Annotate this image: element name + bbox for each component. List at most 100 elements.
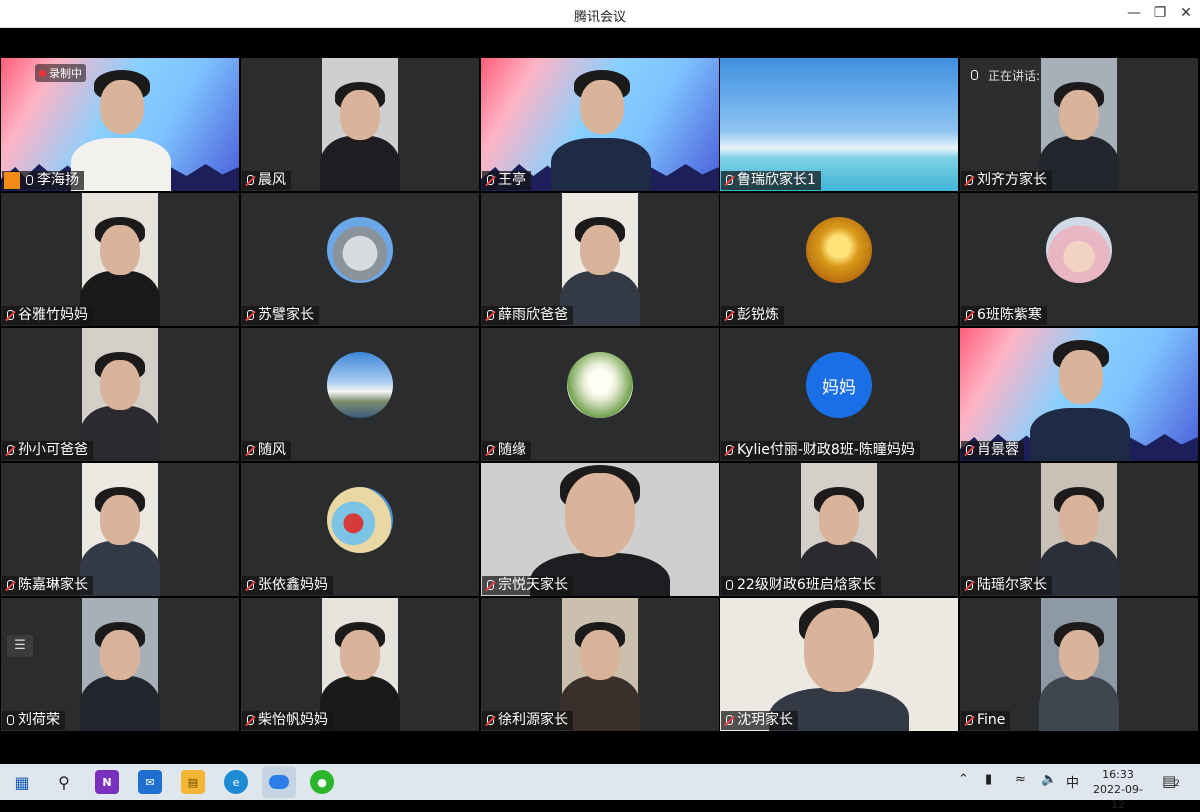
- participant-tile[interactable]: 苏譬家长: [241, 193, 479, 326]
- participant-name: 彭锐炼: [737, 307, 779, 323]
- mic-muted-icon: [244, 309, 256, 323]
- participant-body: [551, 138, 651, 191]
- recording-dot-icon: [39, 69, 46, 77]
- avatar: [567, 352, 633, 418]
- participant-tile[interactable]: 陈嘉琳家长: [1, 463, 239, 596]
- participant-tile[interactable]: 李海扬 录制中: [1, 58, 239, 191]
- participant-tile[interactable]: 宗悦天家长: [481, 463, 719, 596]
- recording-label: 录制中: [49, 67, 82, 80]
- close-button[interactable]: ✕: [1174, 2, 1198, 24]
- participant-name: 肖景蓉: [977, 442, 1019, 458]
- participant-name-label: 晨风: [242, 171, 291, 190]
- notification-icon[interactable]: ▤2: [1162, 772, 1180, 790]
- mic-muted-icon: [484, 444, 496, 458]
- participant-tile[interactable]: 张依鑫妈妈: [241, 463, 479, 596]
- participant-name-label: 鲁瑞欣家长1: [721, 171, 821, 190]
- mic-muted-icon: [963, 174, 975, 188]
- participant-name: 柴怡帆妈妈: [258, 712, 328, 728]
- mic-muted-icon: [244, 174, 256, 188]
- participant-name-label: 随缘: [482, 441, 531, 460]
- speaking-label: 正在讲话:: [988, 69, 1041, 83]
- participant-tile[interactable]: 柴怡帆妈妈: [241, 598, 479, 731]
- participant-tile[interactable]: 鲁瑞欣家长1: [720, 58, 958, 191]
- mail-icon[interactable]: ✉: [138, 770, 162, 794]
- participant-tile[interactable]: 随风: [241, 328, 479, 461]
- windows-start-icon[interactable]: ▦: [10, 770, 34, 794]
- participant-tile[interactable]: 晨风: [241, 58, 479, 191]
- participant-name-label: 刘齐方家长: [961, 171, 1052, 190]
- wifi-icon[interactable]: ≈: [1015, 772, 1026, 787]
- participant-name: 随风: [258, 442, 286, 458]
- mic-muted-icon: [723, 309, 735, 323]
- participant-tile[interactable]: 刘荷荣 ☰: [1, 598, 239, 731]
- video-feed: [320, 58, 400, 191]
- participant-name-label: Kylie付丽-财政8班-陈曈妈妈: [721, 441, 920, 460]
- video-feed: [1039, 463, 1119, 596]
- participant-name-label: 陆瑶尔家长: [961, 576, 1052, 595]
- participant-name: 刘齐方家长: [977, 172, 1047, 188]
- participant-tile[interactable]: 沈玥家长: [720, 598, 958, 731]
- participant-face: [580, 630, 620, 680]
- participant-tile[interactable]: 22级财政6班启焓家长: [720, 463, 958, 596]
- participant-name: 6班陈紫寒: [977, 307, 1042, 323]
- mic-muted-icon: [244, 714, 256, 728]
- participant-list-button[interactable]: ☰: [7, 635, 33, 657]
- participant-tile[interactable]: 王亭: [481, 58, 719, 191]
- participant-tile[interactable]: 陆瑶尔家长: [960, 463, 1198, 596]
- participant-name-label: 随风: [242, 441, 291, 460]
- participant-name: 苏譬家长: [258, 307, 314, 323]
- tencent-meeting-icon[interactable]: [262, 766, 296, 798]
- video-feed: [80, 328, 160, 461]
- video-feed: [1039, 58, 1119, 191]
- participant-name: 徐利源家长: [498, 712, 568, 728]
- participant-tile[interactable]: Fine: [960, 598, 1198, 731]
- mic-muted-icon: [244, 444, 256, 458]
- participant-face: [1059, 630, 1099, 680]
- edge-icon[interactable]: e: [224, 770, 248, 794]
- volume-icon[interactable]: 🔈: [1041, 772, 1057, 787]
- ime-indicator[interactable]: 中: [1066, 772, 1079, 791]
- participant-name-label: 李海扬: [2, 171, 84, 190]
- participant-name-label: 柴怡帆妈妈: [242, 711, 333, 730]
- participant-name-label: 薛雨欣爸爸: [482, 306, 573, 325]
- participant-tile[interactable]: 薛雨欣爸爸: [481, 193, 719, 326]
- mic-muted-icon: [4, 309, 16, 323]
- search-icon[interactable]: ⚲: [52, 770, 76, 794]
- participant-name: 李海扬: [37, 172, 79, 188]
- participant-name: 宗悦天家长: [498, 577, 568, 593]
- participant-name-label: 6班陈紫寒: [961, 306, 1047, 325]
- mic-muted-icon: [723, 714, 735, 728]
- participant-tile[interactable]: 徐利源家长: [481, 598, 719, 731]
- participant-face: [1059, 350, 1103, 404]
- participant-tile[interactable]: 随缘: [481, 328, 719, 461]
- participant-tile[interactable]: 肖景蓉: [960, 328, 1198, 461]
- participant-name-label: 徐利源家长: [482, 711, 573, 730]
- speaking-indicator: 正在讲话:: [968, 67, 1040, 84]
- chevron-up-icon[interactable]: ⌃: [958, 772, 969, 787]
- participant-name-label: 22级财政6班启焓家长: [721, 576, 881, 595]
- mic-muted-icon: [244, 579, 256, 593]
- battery-icon[interactable]: ▮: [985, 772, 992, 787]
- onenote-icon[interactable]: N: [95, 770, 119, 794]
- mic-muted-icon: [484, 174, 496, 188]
- avatar: [327, 487, 393, 553]
- maximize-button[interactable]: ❐: [1148, 2, 1172, 24]
- avatar: [327, 217, 393, 283]
- participant-tile[interactable]: 孙小可爸爸: [1, 328, 239, 461]
- participant-tile[interactable]: 谷雅竹妈妈: [1, 193, 239, 326]
- taskbar-clock[interactable]: 16:33 2022-09-12: [1088, 767, 1148, 812]
- participant-name: 陈嘉琳家长: [18, 577, 88, 593]
- avatar: [806, 217, 872, 283]
- participant-tile[interactable]: 妈妈 Kylie付丽-财政8班-陈曈妈妈: [720, 328, 958, 461]
- avatar: 妈妈: [806, 352, 872, 418]
- participant-name: 薛雨欣爸爸: [498, 307, 568, 323]
- file-explorer-icon[interactable]: ▤: [181, 770, 205, 794]
- mic-icon: [968, 69, 980, 83]
- participant-tile[interactable]: 6班陈紫寒: [960, 193, 1198, 326]
- wechat-icon[interactable]: ●: [310, 770, 334, 794]
- participant-tile[interactable]: 彭锐炼: [720, 193, 958, 326]
- video-feed: [560, 193, 640, 326]
- video-feed: [320, 598, 400, 731]
- minimize-button[interactable]: —: [1122, 2, 1146, 24]
- participant-body: [1039, 676, 1119, 731]
